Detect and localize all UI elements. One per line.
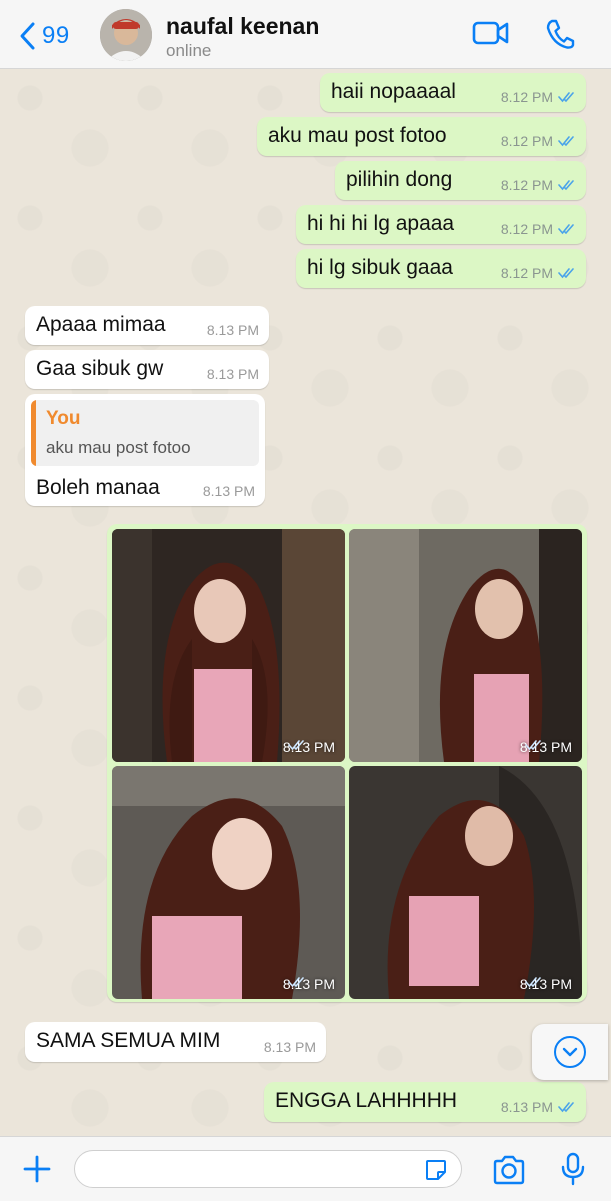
phone-icon[interactable] [545, 18, 575, 50]
sticker-icon[interactable] [424, 1158, 448, 1182]
message-text: hi hi hi lg apaaa [307, 212, 455, 235]
double-check-icon [558, 1102, 574, 1113]
double-check-icon [525, 977, 541, 988]
video-call-icon[interactable] [472, 18, 510, 48]
photo-thumbnail[interactable]: 8.13 PM [112, 766, 345, 999]
message-time: 8.13 PM [263, 1039, 316, 1055]
contact-name[interactable]: naufal keenan [166, 13, 319, 40]
message-text: Apaaa mimaa [36, 313, 166, 336]
message-text: Boleh manaa [36, 476, 160, 499]
photo-album-bubble: 8.13 PM 8.13 PM 8.13 PM 8.13 PM [107, 524, 587, 1002]
message-bubble-outgoing[interactable]: hi lg sibuk gaaa 8.12 PM [296, 249, 586, 288]
message-text: haii nopaaaal [331, 80, 456, 103]
message-text: Gaa sibuk gw [36, 357, 164, 380]
avatar[interactable] [100, 9, 152, 61]
double-check-icon [288, 740, 304, 751]
quoted-message[interactable]: You aku mau post fotoo [31, 400, 259, 466]
message-text: SAMA SEMUA MIM [36, 1029, 221, 1052]
message-text: pilihin dong [346, 168, 453, 191]
message-text: ENGGA LAHHHHH [275, 1089, 458, 1112]
message-time: 8.13 PM [206, 366, 259, 382]
scroll-to-bottom-button[interactable] [532, 1024, 608, 1080]
double-check-icon [558, 92, 574, 103]
camera-icon[interactable] [492, 1155, 526, 1185]
message-time: 8.12 PM [500, 89, 553, 105]
message-input[interactable] [74, 1150, 462, 1188]
chevron-down-icon [554, 1036, 586, 1068]
message-bubble-outgoing[interactable]: hi hi hi lg apaaa 8.12 PM [296, 205, 586, 244]
message-text: hi lg sibuk gaaa [307, 256, 453, 279]
message-time: 8.13 PM [206, 322, 259, 338]
quote-accent-bar [31, 400, 36, 466]
message-time: 8.13 PM [500, 1099, 553, 1115]
message-time: 8.12 PM [500, 177, 553, 193]
photo-thumbnail[interactable]: 8.13 PM [349, 529, 582, 762]
message-bubble-outgoing[interactable]: pilihin dong 8.12 PM [335, 161, 586, 200]
double-check-icon [558, 136, 574, 147]
message-bubble-outgoing[interactable]: aku mau post fotoo 8.12 PM [257, 117, 586, 156]
quote-author: You [46, 408, 81, 429]
double-check-icon [558, 180, 574, 191]
message-time: 8.12 PM [500, 265, 553, 281]
message-bubble-incoming[interactable]: Gaa sibuk gw 8.13 PM [25, 350, 269, 389]
microphone-icon[interactable] [560, 1152, 586, 1186]
back-button[interactable]: 99 [18, 20, 70, 52]
message-text: aku mau post fotoo [268, 124, 447, 147]
contact-status: online [166, 41, 212, 60]
double-check-icon [558, 268, 574, 279]
double-check-icon [288, 977, 304, 988]
message-time: 8.13 PM [202, 483, 255, 499]
chevron-left-icon [20, 22, 35, 50]
message-bubble-outgoing[interactable]: haii nopaaaal 8.12 PM [320, 73, 586, 112]
message-time: 8.12 PM [500, 133, 553, 149]
chat-header: 99 naufal keenan online [0, 0, 611, 69]
composer-bar [0, 1136, 611, 1201]
double-check-icon [558, 224, 574, 235]
photo-thumbnail[interactable]: 8.13 PM [112, 529, 345, 762]
message-bubble-incoming[interactable]: Apaaa mimaa 8.13 PM [25, 306, 269, 345]
plus-icon[interactable] [22, 1154, 52, 1184]
message-time: 8.12 PM [500, 221, 553, 237]
unread-count: 99 [42, 22, 70, 49]
message-bubble-outgoing[interactable]: ENGGA LAHHHHH 8.13 PM [264, 1082, 586, 1122]
message-bubble-incoming-reply[interactable]: You aku mau post fotoo Boleh manaa 8.13 … [25, 394, 265, 506]
message-bubble-incoming[interactable]: SAMA SEMUA MIM 8.13 PM [25, 1022, 326, 1062]
quote-text: aku mau post fotoo [46, 438, 191, 457]
photo-thumbnail[interactable]: 8.13 PM [349, 766, 582, 999]
double-check-icon [525, 740, 541, 751]
